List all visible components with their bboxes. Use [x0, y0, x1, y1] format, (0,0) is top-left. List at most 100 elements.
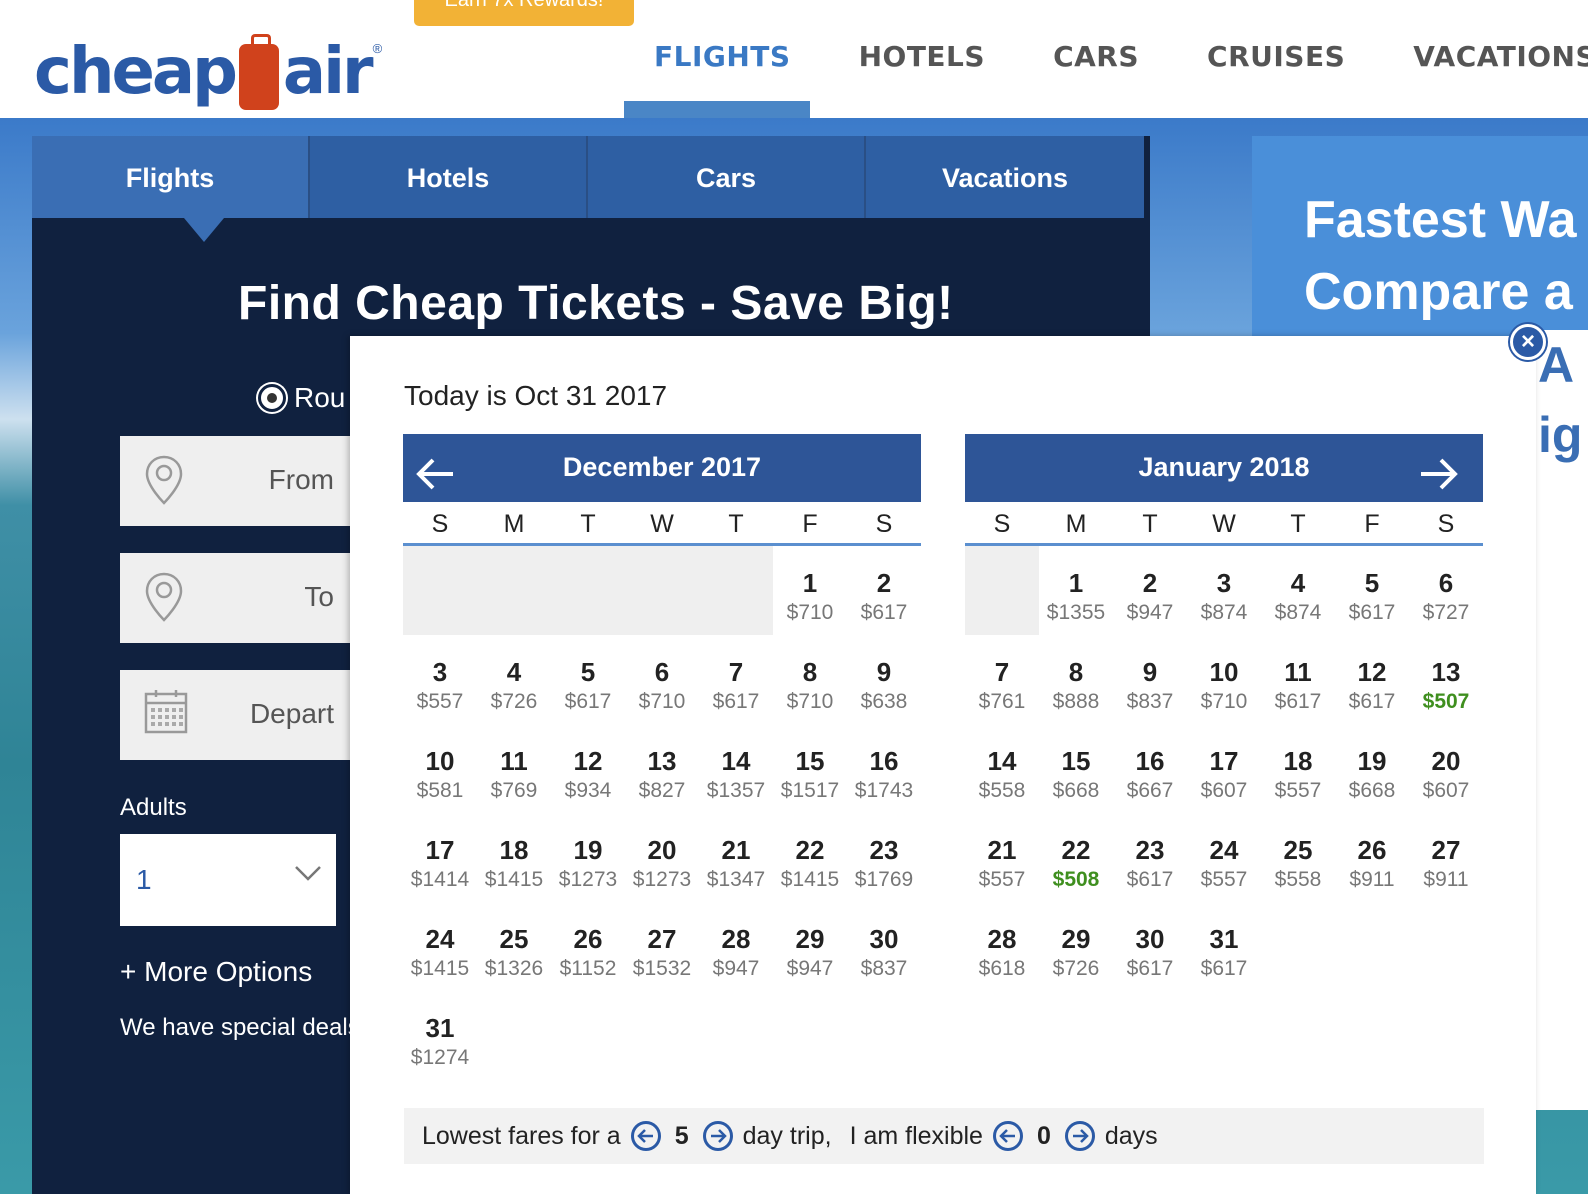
rewards-banner[interactable]: Earn 7x Rewards! — [414, 0, 634, 26]
nav-cars[interactable]: CARS — [1053, 40, 1139, 73]
calendar-day[interactable]: 14 $1357 — [699, 724, 773, 813]
calendar-day[interactable]: 24 $557 — [1187, 813, 1261, 902]
day-number: 24 — [1209, 835, 1239, 865]
calendar-day[interactable]: 15 $668 — [1039, 724, 1113, 813]
calendar-day[interactable]: 24 $1415 — [403, 902, 477, 991]
calendar-day[interactable]: 2 $617 — [847, 546, 921, 635]
lowest-fare-price: $508 — [1052, 868, 1100, 891]
calendar-day[interactable]: 17 $1414 — [403, 813, 477, 902]
calendar-day[interactable]: 30 $617 — [1113, 902, 1187, 991]
day-number: 10 — [425, 746, 455, 776]
day-number: 27 — [647, 924, 677, 954]
calendar-day[interactable]: 3 $874 — [1187, 546, 1261, 635]
trip-days-decrease-icon[interactable] — [630, 1121, 661, 1151]
calendar-day[interactable]: 17 $607 — [1187, 724, 1261, 813]
calendar-day[interactable]: 18 $1415 — [477, 813, 551, 902]
calendar-day[interactable]: 22 $1415 — [773, 813, 847, 902]
nav-cruises[interactable]: CRUISES — [1207, 40, 1345, 73]
calendar-day[interactable]: 6 $727 — [1409, 546, 1483, 635]
calendar-day[interactable]: 11 $769 — [477, 724, 551, 813]
calendar-day[interactable]: 16 $667 — [1113, 724, 1187, 813]
calendar-day[interactable]: 29 $947 — [773, 902, 847, 991]
calendar-day[interactable]: 25 $558 — [1261, 813, 1335, 902]
nav-vacations[interactable]: VACATIONS — [1413, 40, 1588, 73]
calendar-day[interactable]: 19 $1273 — [551, 813, 625, 902]
calendar-day[interactable]: 9 $638 — [847, 635, 921, 724]
cheapoair-logo[interactable]: cheap air ® — [34, 14, 382, 110]
calendar-day[interactable]: 8 $888 — [1039, 635, 1113, 724]
calendar-day[interactable]: 10 $710 — [1187, 635, 1261, 724]
flex-days-increase-icon[interactable] — [1064, 1121, 1095, 1151]
calendar-day[interactable]: 27 $1532 — [625, 902, 699, 991]
prev-month-arrow-icon[interactable] — [415, 450, 455, 490]
from-field[interactable]: From — [120, 436, 360, 526]
calendar-day[interactable]: 20 $1273 — [625, 813, 699, 902]
calendar-day[interactable]: 4 $874 — [1261, 546, 1335, 635]
calendar-day[interactable]: 21 $557 — [965, 813, 1039, 902]
calendar-day[interactable]: 7 $761 — [965, 635, 1039, 724]
close-icon[interactable]: × — [1510, 324, 1546, 360]
calendar-day[interactable]: 11 $617 — [1261, 635, 1335, 724]
calendar-day[interactable]: 1 $1355 — [1039, 546, 1113, 635]
tab-flights[interactable]: Flights — [32, 136, 310, 218]
depart-field[interactable]: Depart — [120, 670, 360, 760]
calendar-day[interactable]: 23 $1769 — [847, 813, 921, 902]
day-number: 4 — [1290, 568, 1306, 598]
calendar-day[interactable]: 4 $726 — [477, 635, 551, 724]
calendar-day[interactable]: 31 $1274 — [403, 991, 477, 1080]
next-month-arrow-icon[interactable] — [1419, 450, 1459, 490]
calendar-day[interactable]: 12 $934 — [551, 724, 625, 813]
calendar-day[interactable]: 28 $947 — [699, 902, 773, 991]
calendar-day[interactable]: 16 $1743 — [847, 724, 921, 813]
calendar-day[interactable]: 31 $617 — [1187, 902, 1261, 991]
tab-hotels[interactable]: Hotels — [310, 136, 588, 218]
calendar-day[interactable]: 13 $507 — [1409, 635, 1483, 724]
day-price: $837 — [860, 957, 908, 980]
day-price: $1743 — [854, 779, 914, 802]
nav-hotels[interactable]: HOTELS — [859, 40, 985, 73]
calendar-day[interactable]: 5 $617 — [551, 635, 625, 724]
calendar-day[interactable]: 29 $726 — [1039, 902, 1113, 991]
day-number: 15 — [1061, 746, 1091, 776]
calendar-day[interactable]: 28 $618 — [965, 902, 1039, 991]
calendar-day[interactable]: 1 $710 — [773, 546, 847, 635]
calendar-day[interactable]: 12 $617 — [1335, 635, 1409, 724]
day-number: 21 — [721, 835, 751, 865]
calendar-day[interactable]: 25 $1326 — [477, 902, 551, 991]
calendar-day[interactable]: 22 $508 — [1039, 813, 1113, 902]
day-grid: 1 $1355 2 $947 3 $874 4 $874 5 $617 6 $727 7 $761 8 $88… — [965, 546, 1483, 991]
calendar-day[interactable]: 19 $668 — [1335, 724, 1409, 813]
calendar-day[interactable]: 9 $837 — [1113, 635, 1187, 724]
calendar-day[interactable]: 2 $947 — [1113, 546, 1187, 635]
round-trip-radio[interactable]: Rou — [258, 382, 345, 414]
calendar-day[interactable]: 13 $827 — [625, 724, 699, 813]
nav-flights[interactable]: FLIGHTS — [654, 40, 791, 73]
promo-side-text: A ig — [1538, 330, 1582, 470]
more-options-link[interactable]: + More Options — [120, 956, 312, 988]
tab-vacations[interactable]: Vacations — [866, 136, 1144, 218]
weekday-label: W — [650, 510, 674, 538]
calendar-day[interactable]: 18 $557 — [1261, 724, 1335, 813]
calendar-day[interactable]: 26 $911 — [1335, 813, 1409, 902]
day-price: $617 — [860, 601, 908, 624]
calendar-day[interactable]: 8 $710 — [773, 635, 847, 724]
calendar-day[interactable]: 15 $1517 — [773, 724, 847, 813]
tab-cars[interactable]: Cars — [588, 136, 866, 218]
calendar-day[interactable]: 30 $837 — [847, 902, 921, 991]
calendar-day[interactable]: 27 $911 — [1409, 813, 1483, 902]
flex-days-decrease-icon[interactable] — [992, 1121, 1023, 1151]
calendar-day[interactable]: 3 $557 — [403, 635, 477, 724]
calendar-day[interactable]: 6 $710 — [625, 635, 699, 724]
weekday-label: F — [1364, 510, 1380, 538]
trip-days-increase-icon[interactable] — [702, 1121, 733, 1151]
calendar-day[interactable]: 26 $1152 — [551, 902, 625, 991]
adults-select[interactable]: 1 — [120, 834, 336, 926]
calendar-day[interactable]: 21 $1347 — [699, 813, 773, 902]
calendar-day[interactable]: 20 $607 — [1409, 724, 1483, 813]
to-field[interactable]: To — [120, 553, 360, 643]
calendar-day[interactable]: 5 $617 — [1335, 546, 1409, 635]
calendar-day[interactable]: 7 $617 — [699, 635, 773, 724]
calendar-day[interactable]: 23 $617 — [1113, 813, 1187, 902]
calendar-day[interactable]: 14 $558 — [965, 724, 1039, 813]
calendar-day[interactable]: 10 $581 — [403, 724, 477, 813]
